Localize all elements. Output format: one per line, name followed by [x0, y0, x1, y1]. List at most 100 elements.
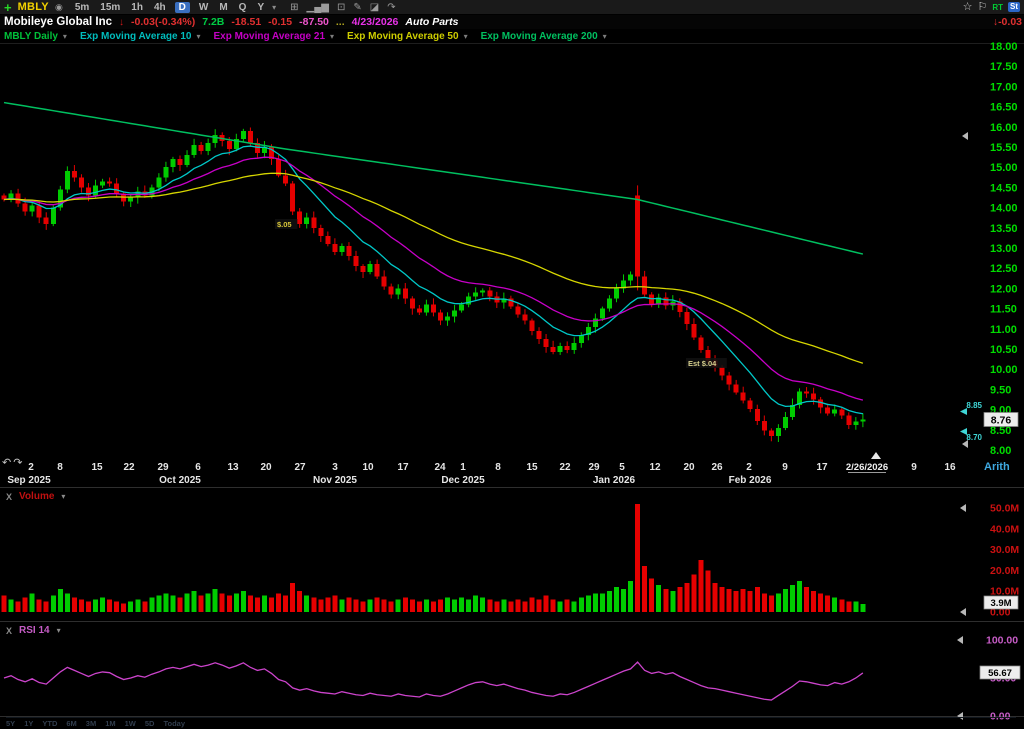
candle [530, 321, 535, 331]
volume-bar [649, 579, 654, 612]
month-label: Nov 2025 [313, 475, 357, 486]
price-tick-label: 17.50 [990, 61, 1018, 73]
volume-bar [508, 602, 513, 612]
range-button-3m[interactable]: 3M [86, 719, 96, 729]
volume-bar [713, 583, 718, 612]
range-button-ytd[interactable]: YTD [42, 719, 57, 729]
date-tick-label: 8 [495, 462, 501, 473]
rsi-dropdown-caret[interactable]: ▾ [57, 626, 61, 635]
close-rsi-pane-button[interactable]: X [6, 626, 12, 636]
volume-dropdown-caret[interactable]: ▾ [61, 492, 65, 501]
price-tick-label: 16.50 [990, 102, 1018, 114]
volume-bar [734, 591, 739, 612]
volume-bar [825, 595, 830, 612]
candle [311, 218, 316, 228]
volume-bar [178, 597, 183, 612]
volume-bar [234, 593, 239, 612]
candle [572, 343, 577, 350]
volume-bar [586, 595, 591, 612]
candle [424, 305, 429, 313]
candle [804, 391, 809, 393]
candle [734, 385, 739, 393]
last-session-date[interactable]: 2/26/2026 [846, 462, 888, 473]
volume-bar [635, 504, 640, 612]
redo-icon[interactable]: ↷ [13, 456, 22, 469]
last-volume-tag: 3.9M [990, 598, 1011, 609]
volume-bar [65, 593, 70, 612]
price-tick-label: 18.00 [990, 41, 1018, 53]
rsi-value-tag: 56.67 [988, 668, 1012, 679]
candle [346, 246, 351, 256]
candle [354, 256, 359, 266]
volume-bar [93, 600, 98, 612]
scale-handle[interactable] [962, 132, 968, 140]
volume-bar [438, 600, 443, 612]
date-tick-label: 29 [588, 462, 600, 473]
month-label: Oct 2025 [159, 475, 201, 486]
volume-bar [741, 589, 746, 612]
volume-bar [396, 600, 401, 612]
candle [431, 305, 436, 313]
scale-handle[interactable] [960, 608, 966, 616]
volume-bar [128, 602, 133, 612]
date-tick-label: 8 [57, 462, 63, 473]
volume-bar [382, 600, 387, 612]
close-volume-pane-button[interactable]: X [6, 492, 12, 502]
candle [473, 292, 478, 296]
candle [684, 312, 689, 324]
volume-bar [297, 591, 302, 612]
volume-bar [614, 587, 619, 612]
volume-bar [185, 593, 190, 612]
candle [480, 290, 485, 292]
candle [720, 367, 725, 375]
volume-pane-header: X Volume ▾ [6, 491, 65, 502]
candle [361, 266, 366, 272]
range-button-5d[interactable]: 5D [145, 719, 155, 729]
price-tick-label: 13.00 [990, 243, 1018, 255]
scale-handle[interactable] [960, 504, 966, 512]
volume-bar [487, 600, 492, 612]
rsi-pane-title[interactable]: RSI 14 [19, 625, 50, 636]
lower-level-tag: 8.70 [966, 433, 982, 442]
price-tick-label: 10.00 [990, 364, 1018, 376]
volume-bar [769, 595, 774, 612]
volume-bar [466, 600, 471, 612]
volume-bar [839, 600, 844, 612]
volume-bar [213, 589, 218, 612]
scale-handle[interactable] [957, 636, 963, 644]
volume-tick-label: 50.0M [990, 503, 1019, 515]
chart-annotation: Est $.04 [688, 359, 717, 368]
candle [114, 183, 119, 193]
volume-bar [551, 600, 556, 612]
date-tick-label: 9 [782, 462, 788, 473]
date-tick-label: 29 [157, 462, 169, 473]
volume-pane-title[interactable]: Volume [19, 491, 54, 502]
volume-bar [44, 602, 49, 612]
range-button-1w[interactable]: 1W [125, 719, 136, 729]
range-button-today[interactable]: Today [163, 719, 185, 729]
price-tick-label: 15.00 [990, 162, 1018, 174]
price-tick-label: 13.50 [990, 223, 1018, 235]
volume-bar [811, 591, 816, 612]
volume-bar [720, 587, 725, 612]
range-button-1m[interactable]: 1M [105, 719, 115, 729]
candle [332, 244, 337, 252]
volume-bar [431, 602, 436, 612]
ema10-line [4, 146, 863, 414]
date-tick-label: 3 [332, 462, 338, 473]
range-button-5y[interactable]: 5Y [6, 719, 15, 729]
candle [417, 309, 422, 313]
range-button-1y[interactable]: 1Y [24, 719, 33, 729]
chart-canvas[interactable]: 2815222961320273101724181522295122026291… [0, 0, 1024, 727]
candle [396, 288, 401, 294]
candle [178, 159, 183, 165]
upper-level-tag: 8.85 [966, 401, 982, 410]
volume-bar [262, 595, 267, 612]
month-label: Sep 2025 [7, 475, 51, 486]
volume-bar [790, 585, 795, 612]
candle [839, 410, 844, 416]
candle [185, 155, 190, 165]
range-button-6m[interactable]: 6M [66, 719, 76, 729]
scale-mode-toggle[interactable]: Arith [984, 461, 1010, 473]
undo-icon[interactable]: ↶ [2, 456, 11, 469]
